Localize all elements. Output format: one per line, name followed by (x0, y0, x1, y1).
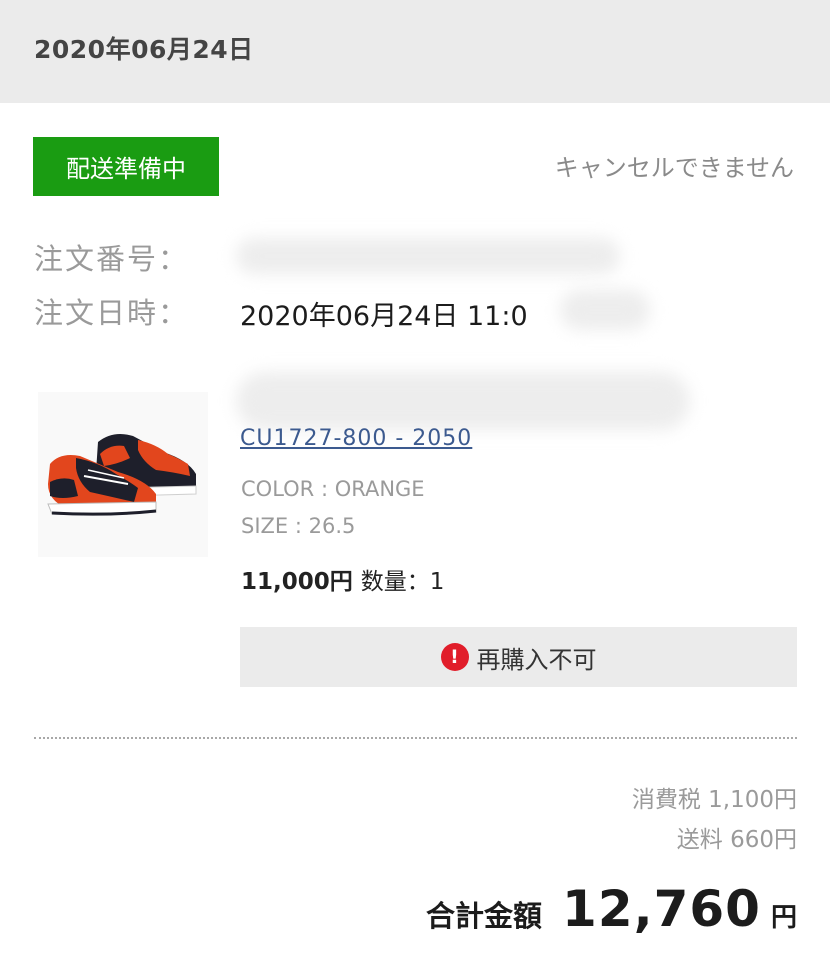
cancel-note: キャンセルできません (554, 154, 794, 182)
rebuy-unavailable-button[interactable]: ! 再購入不可 (240, 627, 797, 687)
tax-fee: 消費税 1,100円 (631, 787, 797, 813)
shipping-fee: 送料 660円 (676, 827, 797, 853)
sneaker-image[interactable] (38, 392, 208, 557)
total-label: 合計金額 (426, 899, 543, 933)
price-line: 11,000円 数量：1 (241, 562, 444, 596)
product-quantity: 数量：1 (360, 569, 445, 595)
total-amount: 12,760 (562, 880, 761, 938)
warning-icon: ! (440, 643, 469, 671)
date-header: 2020年06月24日 (0, 0, 830, 103)
redacted-order-number (236, 238, 620, 274)
order-date-heading: 2020年06月24日 (34, 35, 254, 64)
total-line: 合計金額 12,760 円 (426, 880, 797, 938)
rebuy-label: 再購入不可 (476, 645, 597, 674)
order-number-label: 注文番号： (34, 242, 190, 276)
product-color: COLOR : ORANGE (241, 477, 425, 501)
product-link[interactable]: CU1727-800 - 2050 (240, 426, 592, 451)
redacted-product-name (236, 372, 690, 430)
product-price: 11,000円 (241, 569, 353, 595)
order-datetime-label: 注文日時： (34, 296, 190, 330)
product-size: SIZE : 26.5 (241, 514, 356, 538)
order-datetime-value: 2020年06月24日 11:0 (240, 301, 528, 332)
sneaker-icon (47, 434, 197, 516)
status-badge: 配送準備中 (33, 137, 219, 196)
total-unit: 円 (770, 903, 797, 933)
redacted-order-time (560, 290, 650, 330)
divider (34, 737, 797, 739)
